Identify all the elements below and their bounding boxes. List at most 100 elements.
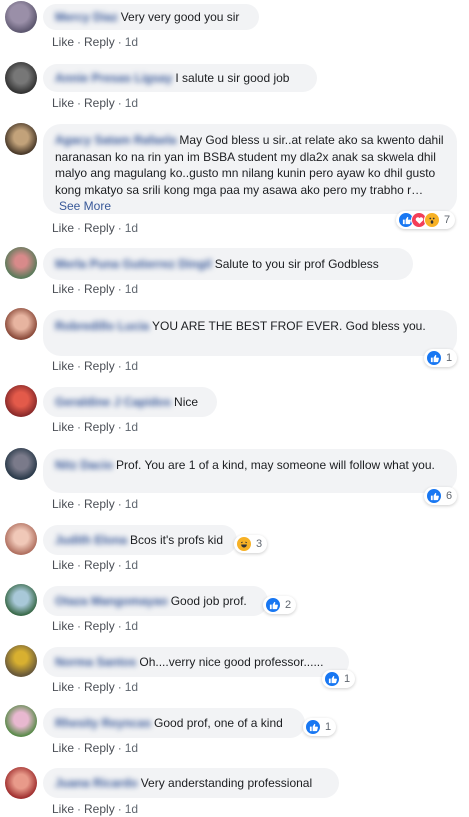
commenter-name[interactable]: Otaza Mangomayao — [55, 594, 168, 608]
separator-dot: · — [77, 221, 82, 235]
like-reaction-icon — [265, 597, 281, 613]
avatar[interactable] — [5, 705, 37, 737]
avatar[interactable] — [5, 645, 37, 677]
commenter-name[interactable]: Geraldine J Capidos — [55, 395, 171, 409]
reaction-summary[interactable]: 2 — [263, 596, 297, 614]
reply-link[interactable]: Reply — [84, 96, 115, 110]
like-link[interactable]: Like — [52, 741, 74, 755]
separator-dot: · — [117, 802, 122, 816]
like-link[interactable]: Like — [52, 282, 74, 296]
timestamp[interactable]: 1d — [125, 359, 138, 373]
timestamp[interactable]: 1d — [125, 619, 138, 633]
reply-link[interactable]: Reply — [84, 741, 115, 755]
reaction-count: 6 — [446, 490, 453, 502]
commenter-name[interactable]: Merla Puna Gutierrez Dingil — [55, 257, 212, 271]
avatar[interactable] — [5, 1, 37, 33]
see-more-link[interactable]: See More — [59, 199, 111, 213]
commenter-name[interactable]: Agacy Satam Rafaela — [55, 133, 176, 147]
like-link[interactable]: Like — [52, 558, 74, 572]
avatar[interactable] — [5, 123, 37, 155]
commenter-name[interactable]: Juana Ricardo — [55, 776, 138, 790]
separator-dot: · — [77, 802, 82, 816]
comment-text: Prof. You are 1 of a kind, may someone w… — [116, 458, 435, 472]
timestamp[interactable]: 1d — [125, 497, 138, 511]
commenter-name[interactable]: Rhesity Reyncas — [55, 716, 151, 730]
comment-actions: Like · Reply · 1d — [52, 35, 138, 49]
reply-link[interactable]: Reply — [84, 680, 115, 694]
avatar[interactable] — [5, 767, 37, 799]
reaction-summary[interactable]: 6 — [424, 487, 458, 505]
timestamp[interactable]: 1d — [125, 282, 138, 296]
comment-bubble: Otaza Mangomayao Good job prof. — [43, 586, 268, 616]
comment-actions: Like · Reply · 1d — [52, 359, 138, 373]
reaction-summary[interactable]: 7 — [396, 211, 456, 229]
reaction-count: 7 — [444, 214, 451, 226]
separator-dot: · — [117, 420, 122, 434]
reply-link[interactable]: Reply — [84, 35, 115, 49]
wow-reaction-icon — [424, 212, 440, 228]
timestamp[interactable]: 1d — [125, 680, 138, 694]
avatar[interactable] — [5, 523, 37, 555]
comment-actions: Like · Reply · 1d — [52, 619, 138, 633]
like-link[interactable]: Like — [52, 802, 74, 816]
reaction-summary[interactable]: 1 — [303, 718, 337, 736]
avatar[interactable] — [5, 584, 37, 616]
comment-actions: Like · Reply · 1d — [52, 680, 138, 694]
reply-link[interactable]: Reply — [84, 221, 115, 235]
reply-link[interactable]: Reply — [84, 420, 115, 434]
comment-bubble: Agacy Satam Rafaela May God bless u sir..… — [43, 124, 457, 214]
commenter-name[interactable]: Nitz Dacio — [55, 458, 113, 472]
like-reaction-icon — [426, 488, 442, 504]
like-link[interactable]: Like — [52, 497, 74, 511]
like-reaction-icon — [324, 671, 340, 687]
separator-dot: · — [117, 497, 122, 511]
like-link[interactable]: Like — [52, 359, 74, 373]
avatar[interactable] — [5, 385, 37, 417]
reaction-summary[interactable]: 3 — [234, 535, 268, 553]
timestamp[interactable]: 1d — [125, 221, 138, 235]
reply-link[interactable]: Reply — [84, 619, 115, 633]
commenter-name[interactable]: Norma Santos — [55, 655, 136, 669]
reply-link[interactable]: Reply — [84, 282, 115, 296]
timestamp[interactable]: 1d — [125, 741, 138, 755]
separator-dot: · — [77, 680, 82, 694]
comment-text: Oh....verry nice good professor...... — [139, 655, 324, 669]
commenter-name[interactable]: Annie Presas Ligsay — [55, 71, 172, 85]
like-link[interactable]: Like — [52, 619, 74, 633]
reaction-summary[interactable]: 1 — [322, 670, 356, 688]
avatar[interactable] — [5, 62, 37, 94]
commenter-name[interactable]: Judith Elona — [55, 533, 127, 547]
comment-text: Nice — [174, 395, 199, 409]
avatar[interactable] — [5, 308, 37, 340]
commenter-name[interactable]: Mercy Diaz — [55, 10, 118, 24]
comment-text: Very anderstanding professional — [140, 776, 313, 790]
timestamp[interactable]: 1d — [125, 420, 138, 434]
comment-text: Salute to you sir prof Godbless — [214, 257, 379, 271]
timestamp[interactable]: 1d — [125, 558, 138, 572]
separator-dot: · — [117, 282, 122, 296]
timestamp[interactable]: 1d — [125, 802, 138, 816]
timestamp[interactable]: 1d — [125, 35, 138, 49]
like-link[interactable]: Like — [52, 680, 74, 694]
avatar[interactable] — [5, 448, 37, 480]
like-link[interactable]: Like — [52, 420, 74, 434]
separator-dot: · — [77, 497, 82, 511]
separator-dot: · — [77, 359, 82, 373]
like-link[interactable]: Like — [52, 221, 74, 235]
commenter-name[interactable]: Robredillo Lucia — [55, 319, 149, 333]
timestamp[interactable]: 1d — [125, 96, 138, 110]
separator-dot: · — [77, 35, 82, 49]
reaction-count: 2 — [285, 599, 292, 611]
reply-link[interactable]: Reply — [84, 558, 115, 572]
reaction-summary[interactable]: 1 — [424, 349, 458, 367]
comment-actions: Like · Reply · 1d — [52, 558, 138, 572]
like-reaction-icon — [426, 350, 442, 366]
reply-link[interactable]: Reply — [84, 359, 115, 373]
reply-link[interactable]: Reply — [84, 802, 115, 816]
reply-link[interactable]: Reply — [84, 497, 115, 511]
comment-bubble: Robredillo Lucia YOU ARE THE BEST FROF EV… — [43, 310, 457, 356]
comment-actions: Like · Reply · 1d — [52, 741, 138, 755]
avatar[interactable] — [5, 247, 37, 279]
like-link[interactable]: Like — [52, 96, 74, 110]
like-link[interactable]: Like — [52, 35, 74, 49]
